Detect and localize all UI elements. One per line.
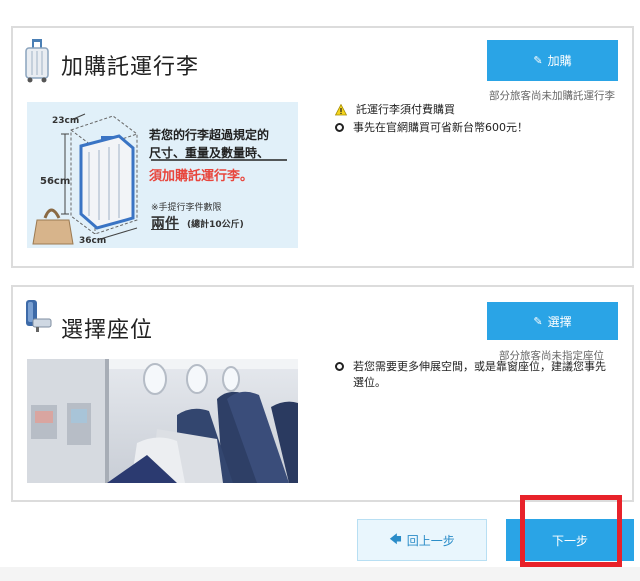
banner-line-1: 若您的行李超過規定的 [149,128,270,142]
baggage-size-banner: 23cm 56cm 36cm 若您的行李超過規定的 尺寸、重量及數量時、 須加購… [27,102,298,248]
baggage-title: 加購託運行李 [61,55,200,80]
pencil-icon: ✎ [533,55,543,67]
choose-seat-label: 選擇 [547,314,572,329]
add-baggage-button[interactable]: ✎ 加購 [487,40,618,81]
dim-width-label: 36cm [79,236,107,246]
cabin-photo [27,359,298,483]
baggage-notice-fee-text: 託運行李須付費購買 [356,103,455,116]
seat-card: 選擇座位 ✎ 選擇 部分旅客尚未指定座位 若您需要更多伸展空間，或是靠窗座位，建… [11,285,634,502]
baggage-notice-discount: 事先在官網購買可省新台幣600元！ [335,120,528,136]
circle-bullet-icon [335,362,344,371]
seat-notice: 若您需要更多伸展空間，或是靠窗座位，建議您事先選位。 [335,359,607,391]
baggage-card: 加購託運行李 ✎ 加購 部分旅客尚未加購託運行李 23cm 56cm 36cm … [11,26,634,268]
baggage-note: 部分旅客尚未加購託運行李 [489,90,615,102]
seat-notice-text: 若您需要更多伸展空間，或是靠窗座位，建議您事先選位。 [353,360,606,389]
baggage-notice-fee: 託運行李須付費購買 [334,102,455,118]
circle-bullet-icon [335,123,344,132]
carry-on-total: (總計10公斤) [187,220,244,230]
add-baggage-label: 加購 [547,54,572,68]
arrow-left-icon: 🡄 [389,531,402,546]
carry-on-count: 兩件 [151,216,179,232]
back-button-label: 回上一步 [406,533,455,548]
pencil-icon: ✎ [533,315,543,328]
next-button[interactable]: 下一步 [506,519,634,561]
banner-line-3: 須加購託運行李。 [149,169,254,184]
banner-line-2: 尺寸、重量及數量時、 [149,146,270,160]
choose-seat-button[interactable]: ✎ 選擇 [487,302,618,340]
suitcase-icon [23,38,51,84]
carry-on-note: ※手提行李件數限 [151,203,222,213]
baggage-notice-discount-text: 事先在官網購買可省新台幣600元！ [353,121,528,134]
warning-icon [334,103,348,116]
seat-title: 選擇座位 [61,318,154,343]
dim-height-label: 56cm [40,176,71,187]
dim-depth-label: 23cm [52,116,80,126]
footer-strip [0,567,640,581]
next-button-label: 下一步 [551,533,588,548]
back-button[interactable]: 🡄 回上一步 [357,519,487,561]
seat-icon [23,299,53,333]
